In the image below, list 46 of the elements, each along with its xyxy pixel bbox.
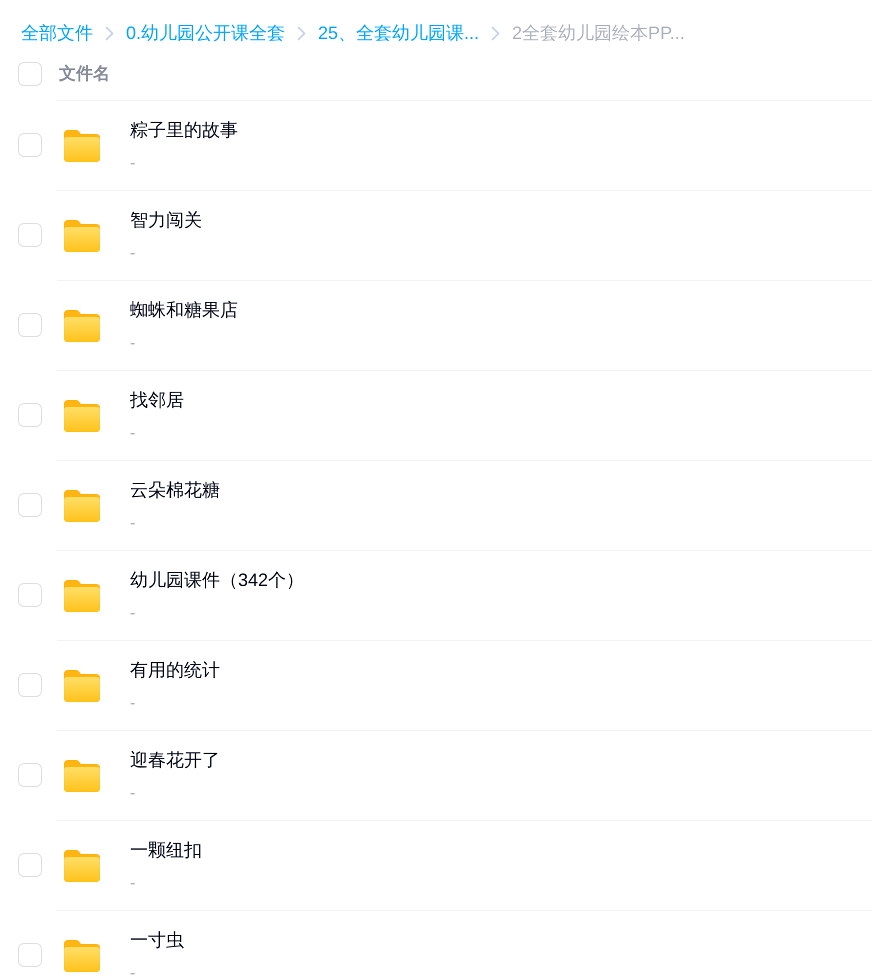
row-checkbox[interactable] [18, 493, 42, 517]
chevron-icon [297, 26, 306, 40]
folder-icon [64, 400, 100, 432]
select-all-checkbox[interactable] [18, 62, 42, 86]
folder-name[interactable]: 一颗纽扣 [130, 838, 202, 862]
folder-name[interactable]: 找邻居 [130, 388, 184, 412]
row-checkbox[interactable] [18, 313, 42, 337]
detail-dash: - [130, 604, 136, 624]
folder-icon [64, 670, 100, 702]
folder-name[interactable]: 智力闯关 [130, 208, 202, 232]
folder-icon [64, 940, 100, 972]
row-checkbox[interactable] [18, 583, 42, 607]
folder-name[interactable]: 有用的统计 [130, 658, 220, 682]
detail-dash: - [130, 694, 136, 714]
row-checkbox[interactable] [18, 133, 42, 157]
folder-name[interactable]: 迎春花开了 [130, 748, 220, 772]
folder-icon [64, 580, 100, 612]
detail-dash: - [130, 424, 136, 444]
folder-icon [64, 130, 100, 162]
detail-dash: - [130, 964, 136, 979]
chevron-icon [491, 26, 500, 40]
row-checkbox[interactable] [18, 943, 42, 967]
row-checkbox[interactable] [18, 673, 42, 697]
breadcrumb-current: 2全套幼儿园绘本PP... [512, 22, 685, 45]
row-checkbox[interactable] [18, 763, 42, 787]
folder-name[interactable]: 一寸虫 [130, 928, 184, 952]
detail-dash: - [130, 784, 136, 804]
folder-name[interactable]: 幼儿园课件（342个） [130, 568, 304, 592]
detail-dash: - [130, 334, 136, 354]
folder-name[interactable]: 蜘蛛和糖果店 [130, 298, 238, 322]
folder-icon [64, 310, 100, 342]
folder-icon [64, 220, 100, 252]
row-checkbox[interactable] [18, 853, 42, 877]
row-checkbox[interactable] [18, 223, 42, 247]
row-checkbox[interactable] [18, 403, 42, 427]
folder-name[interactable]: 粽子里的故事 [130, 118, 238, 142]
detail-dash: - [130, 244, 136, 264]
folder-name[interactable]: 云朵棉花糖 [130, 478, 220, 502]
detail-dash: - [130, 874, 136, 894]
folder-icon [64, 760, 100, 792]
folder-icon [64, 490, 100, 522]
folder-icon [64, 850, 100, 882]
chevron-icon [105, 26, 114, 40]
detail-dash: - [130, 514, 136, 534]
column-header: 文件名 [59, 63, 110, 85]
detail-dash: - [130, 154, 136, 174]
